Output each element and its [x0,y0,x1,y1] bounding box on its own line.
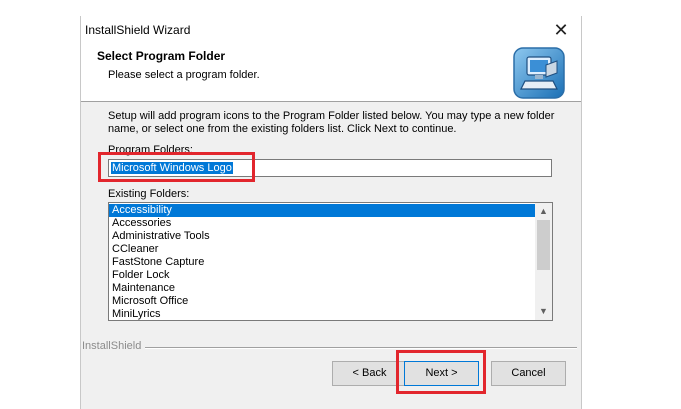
scroll-down-icon[interactable]: ▼ [535,303,552,320]
existing-folders-list[interactable]: Accessibility Accessories Administrative T… [108,202,553,321]
scroll-up-icon[interactable]: ▲ [535,203,552,220]
program-folder-highlight [98,152,255,182]
cancel-button[interactable]: Cancel [491,361,566,386]
instructions-text: Setup will add program icons to the Prog… [108,110,558,136]
installer-computer-icon [513,47,565,99]
next-button-highlight [396,350,486,394]
instructions-line-1: Setup will add program icons to the Prog… [108,110,555,122]
footer-divider [143,347,577,349]
folder-list-item[interactable]: Maintenance [109,282,535,295]
installshield-branding: InstallShield [81,340,581,354]
folder-list-item[interactable]: Administrative Tools [109,230,535,243]
instructions-line-2: name, or select one from the existing fo… [108,123,457,135]
close-button[interactable]: ✕ [549,18,573,42]
window-title: InstallShield Wizard [85,23,191,37]
close-icon: ✕ [553,20,569,40]
folder-list-item[interactable]: CCleaner [109,243,535,256]
folder-list-item[interactable]: MiniLyrics [109,308,535,320]
folder-list-item[interactable]: Accessories [109,217,535,230]
scroll-thumb[interactable] [537,220,550,270]
folder-list-item[interactable]: FastStone Capture [109,256,535,269]
page-subtitle: Please select a program folder. [108,69,260,81]
brand-label: InstallShield [82,340,146,352]
installshield-wizard-window: InstallShield Wizard ✕ Select Program Fo… [80,16,582,409]
folder-list-item[interactable]: Folder Lock [109,269,535,282]
folder-list-item[interactable]: Microsoft Office [109,295,535,308]
existing-folders-label: Existing Folders: [108,188,190,200]
folder-list-item[interactable]: Accessibility [109,204,535,217]
wizard-header: Select Program Folder Please select a pr… [81,45,581,102]
page-title: Select Program Folder [97,49,226,63]
title-bar: InstallShield Wizard ✕ [81,16,581,45]
folders-scrollbar[interactable]: ▲ ▼ [535,203,552,320]
existing-folders-items: Accessibility Accessories Administrative T… [109,204,535,320]
